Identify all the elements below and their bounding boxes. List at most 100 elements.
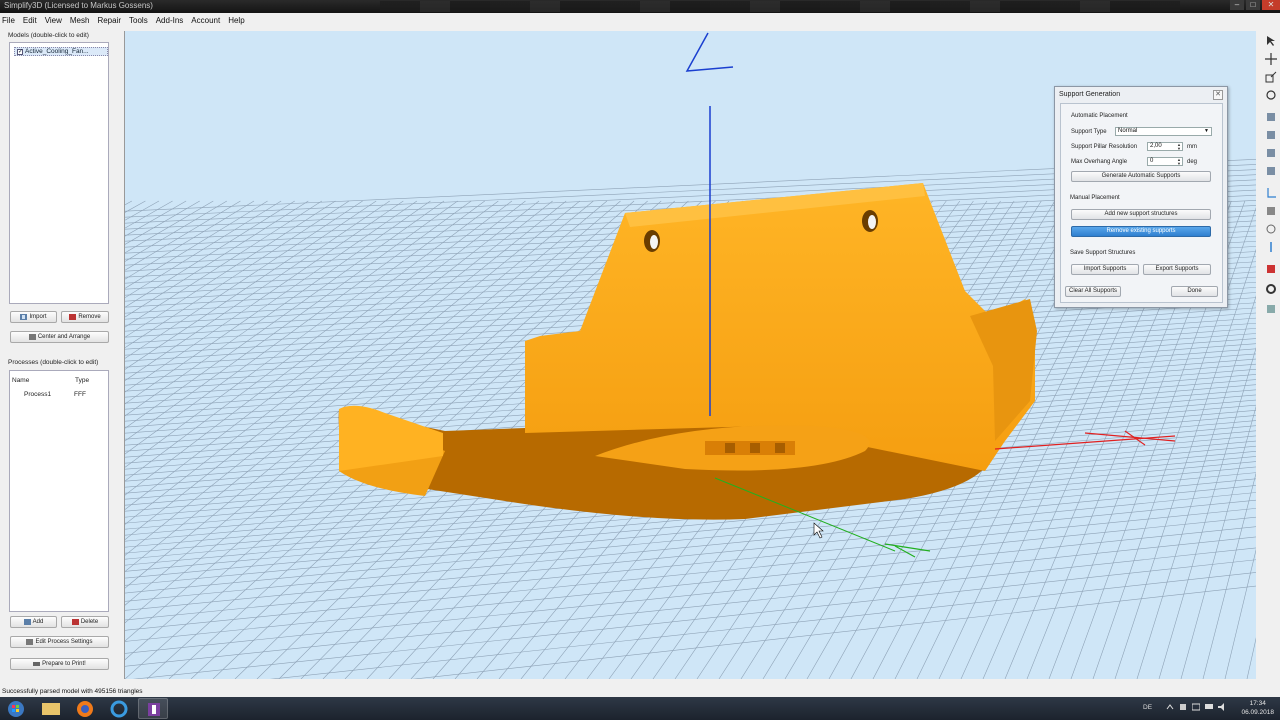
delete-icon (71, 619, 79, 625)
remove-existing-supports-button[interactable]: Remove existing supports (1071, 226, 1211, 237)
rotate-icon[interactable] (1265, 89, 1277, 101)
y-axis-label (884, 543, 931, 558)
right-toolbar (1262, 31, 1280, 679)
menu-edit[interactable]: Edit (23, 16, 37, 25)
x-axis (994, 435, 1176, 450)
import-supports-button[interactable]: Import Supports (1071, 264, 1139, 275)
dialog-close-button[interactable]: ✕ (1213, 90, 1223, 100)
view-front-icon[interactable] (1265, 129, 1277, 141)
volume-icon[interactable] (1218, 703, 1226, 711)
network-icon[interactable] (1191, 703, 1201, 711)
spin-arrows-icon[interactable]: ▲ ▼ (1177, 143, 1181, 151)
menu-mesh[interactable]: Mesh (70, 16, 90, 25)
menu-view[interactable]: View (45, 16, 62, 25)
variable-settings-icon[interactable] (1265, 263, 1277, 275)
explorer-icon[interactable] (36, 698, 66, 719)
layers-icon[interactable] (1265, 303, 1277, 315)
scale-icon[interactable] (1265, 71, 1277, 83)
models-label: Models (double-click to edit) (8, 32, 89, 39)
pillar-resolution-input[interactable]: 2,00 ▲ ▼ (1147, 142, 1183, 151)
processes-label: Processes (double-click to edit) (8, 359, 99, 366)
grid-line (125, 200, 363, 359)
z-axis-label (685, 32, 734, 72)
internet-explorer-icon[interactable] (104, 698, 134, 719)
remove-label: Remove (78, 314, 101, 320)
generate-automatic-supports-button[interactable]: Generate Automatic Supports (1071, 171, 1211, 182)
left-panel: Models (double-click to edit) ✓ Active_C… (0, 27, 124, 687)
done-button[interactable]: Done (1171, 286, 1218, 297)
menu-file[interactable]: File (2, 16, 15, 25)
menu-help[interactable]: Help (228, 16, 244, 25)
save-support-structures-header: Save Support Structures (1070, 250, 1136, 256)
edit-process-settings-button[interactable]: Edit Process Settings (10, 636, 109, 648)
menu-bar: File Edit View Mesh Repair Tools Add-Ins… (0, 13, 1280, 27)
tray-arrow-icon[interactable] (1166, 703, 1174, 711)
cut-plane-icon[interactable] (1265, 205, 1277, 217)
support-icon[interactable] (1265, 241, 1277, 253)
grid-line (132, 559, 1256, 679)
grid-line (125, 200, 241, 271)
mesh-icon[interactable] (1265, 223, 1277, 235)
prepare-to-print-button[interactable]: Prepare to Print! (10, 658, 109, 670)
print-icon (33, 661, 41, 667)
grid-line (125, 536, 1256, 654)
clock[interactable]: 17:34 06.09.2018 (1241, 699, 1274, 717)
support-type-select[interactable]: Normal ▼ (1115, 127, 1212, 136)
minimize-button[interactable]: – (1230, 0, 1244, 10)
display-icon[interactable] (1205, 703, 1213, 711)
move-icon[interactable] (1265, 53, 1277, 65)
view-top-icon[interactable] (1265, 165, 1277, 177)
select-icon[interactable] (1265, 35, 1277, 47)
action-center-icon[interactable] (1179, 703, 1187, 711)
language-indicator[interactable]: DE (1143, 704, 1152, 711)
models-list[interactable] (9, 42, 109, 304)
edit-icon (26, 639, 34, 645)
add-new-supports-button[interactable]: Add new support structures (1071, 209, 1211, 220)
firefox-icon[interactable] (70, 698, 100, 719)
menu-account[interactable]: Account (191, 16, 220, 25)
prepare-label: Prepare to Print! (42, 661, 86, 667)
menu-tools[interactable]: Tools (129, 16, 148, 25)
maximize-button[interactable]: □ (1246, 0, 1260, 10)
overhang-angle-label: Max Overhang Angle (1071, 159, 1128, 165)
column-name: Name (12, 377, 30, 384)
start-button[interactable] (2, 698, 32, 719)
model-item[interactable]: ✓ Active_Cooling_Fan... (14, 47, 108, 56)
status-bar: Successfully parsed model with 495156 tr… (0, 687, 1280, 697)
center-arrange-button[interactable]: Center and Arrange (10, 331, 109, 343)
simplify3d-taskbar-icon[interactable] (138, 698, 168, 719)
grid-line (125, 508, 1256, 621)
clear-all-supports-button[interactable]: Clear All Supports (1065, 286, 1121, 297)
title-bar: Simplify3D (Licensed to Markus Gossens) … (0, 0, 1280, 13)
close-button[interactable]: ✕ (1262, 0, 1280, 10)
menu-add-ins[interactable]: Add-Ins (156, 16, 184, 25)
edit-label: Edit Process Settings (35, 639, 93, 645)
export-supports-button[interactable]: Export Supports (1143, 264, 1211, 275)
import-icon (20, 314, 28, 320)
overhang-angle-value: 0 (1150, 158, 1154, 164)
import-button[interactable]: Import (10, 311, 57, 323)
spin-arrows-icon[interactable]: ▲ ▼ (1177, 158, 1181, 166)
background-window-strip (380, 1, 1180, 12)
grid-line (412, 585, 1256, 679)
center-label: Center and Arrange (37, 334, 91, 340)
view-side-icon[interactable] (1265, 147, 1277, 159)
processes-list[interactable] (9, 370, 109, 612)
overhang-angle-input[interactable]: 0 ▲ ▼ (1147, 157, 1183, 166)
settings-icon[interactable] (1265, 283, 1277, 295)
support-type-label: Support Type (1071, 129, 1107, 135)
remove-button[interactable]: Remove (61, 311, 109, 323)
delete-process-button[interactable]: Delete (61, 616, 109, 628)
x-axis-label (1084, 430, 1176, 446)
automatic-placement-header: Automatic Placement (1071, 113, 1128, 119)
axis-icon[interactable] (1265, 187, 1277, 199)
add-process-button[interactable]: Add (10, 616, 57, 628)
pillar-resolution-label: Support Pillar Resolution (1071, 144, 1138, 150)
menu-repair[interactable]: Repair (97, 16, 121, 25)
status-text: Successfully parsed model with 495156 tr… (2, 688, 143, 695)
model-checkbox[interactable]: ✓ (17, 48, 23, 55)
3d-model[interactable] (338, 183, 1037, 520)
view-cube-icon[interactable] (1265, 111, 1277, 123)
process-name[interactable]: Process1 (24, 391, 51, 398)
grid-line (125, 200, 214, 254)
